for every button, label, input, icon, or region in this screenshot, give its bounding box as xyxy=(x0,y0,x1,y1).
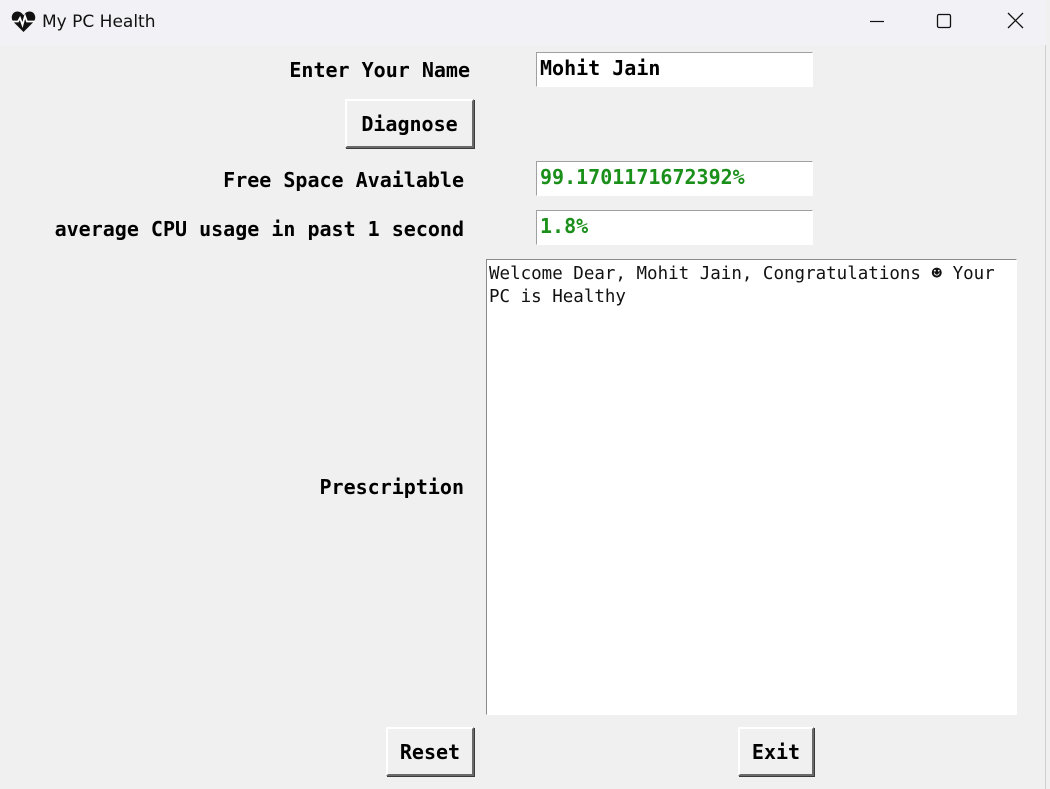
minimize-button[interactable] xyxy=(842,0,912,45)
close-icon xyxy=(1007,12,1024,33)
reset-button[interactable]: Reset xyxy=(386,727,474,776)
app-window: My PC Health Enter Your Name Mohit Jain … xyxy=(0,0,1046,789)
cpu-usage-label: average CPU usage in past 1 second xyxy=(54,217,464,241)
free-space-field[interactable]: 99.1701171672392% xyxy=(536,161,813,196)
close-button[interactable] xyxy=(980,0,1050,45)
free-space-label: Free Space Available xyxy=(223,168,464,192)
title-bar[interactable]: My PC Health xyxy=(0,0,1046,45)
exit-button[interactable]: Exit xyxy=(738,727,814,776)
cpu-usage-field[interactable]: 1.8% xyxy=(536,210,813,245)
heart-pulse-icon xyxy=(11,10,36,34)
name-label: Enter Your Name xyxy=(289,58,470,82)
maximize-icon xyxy=(936,13,952,33)
minimize-icon xyxy=(869,13,885,33)
name-input[interactable]: Mohit Jain xyxy=(536,52,813,87)
prescription-textbox[interactable]: Welcome Dear, Mohit Jain, Congratulation… xyxy=(486,259,1017,715)
window-title: My PC Health xyxy=(42,12,156,32)
diagnose-button[interactable]: Diagnose xyxy=(345,99,474,148)
maximize-button[interactable] xyxy=(909,0,979,45)
prescription-label: Prescription xyxy=(319,475,465,499)
